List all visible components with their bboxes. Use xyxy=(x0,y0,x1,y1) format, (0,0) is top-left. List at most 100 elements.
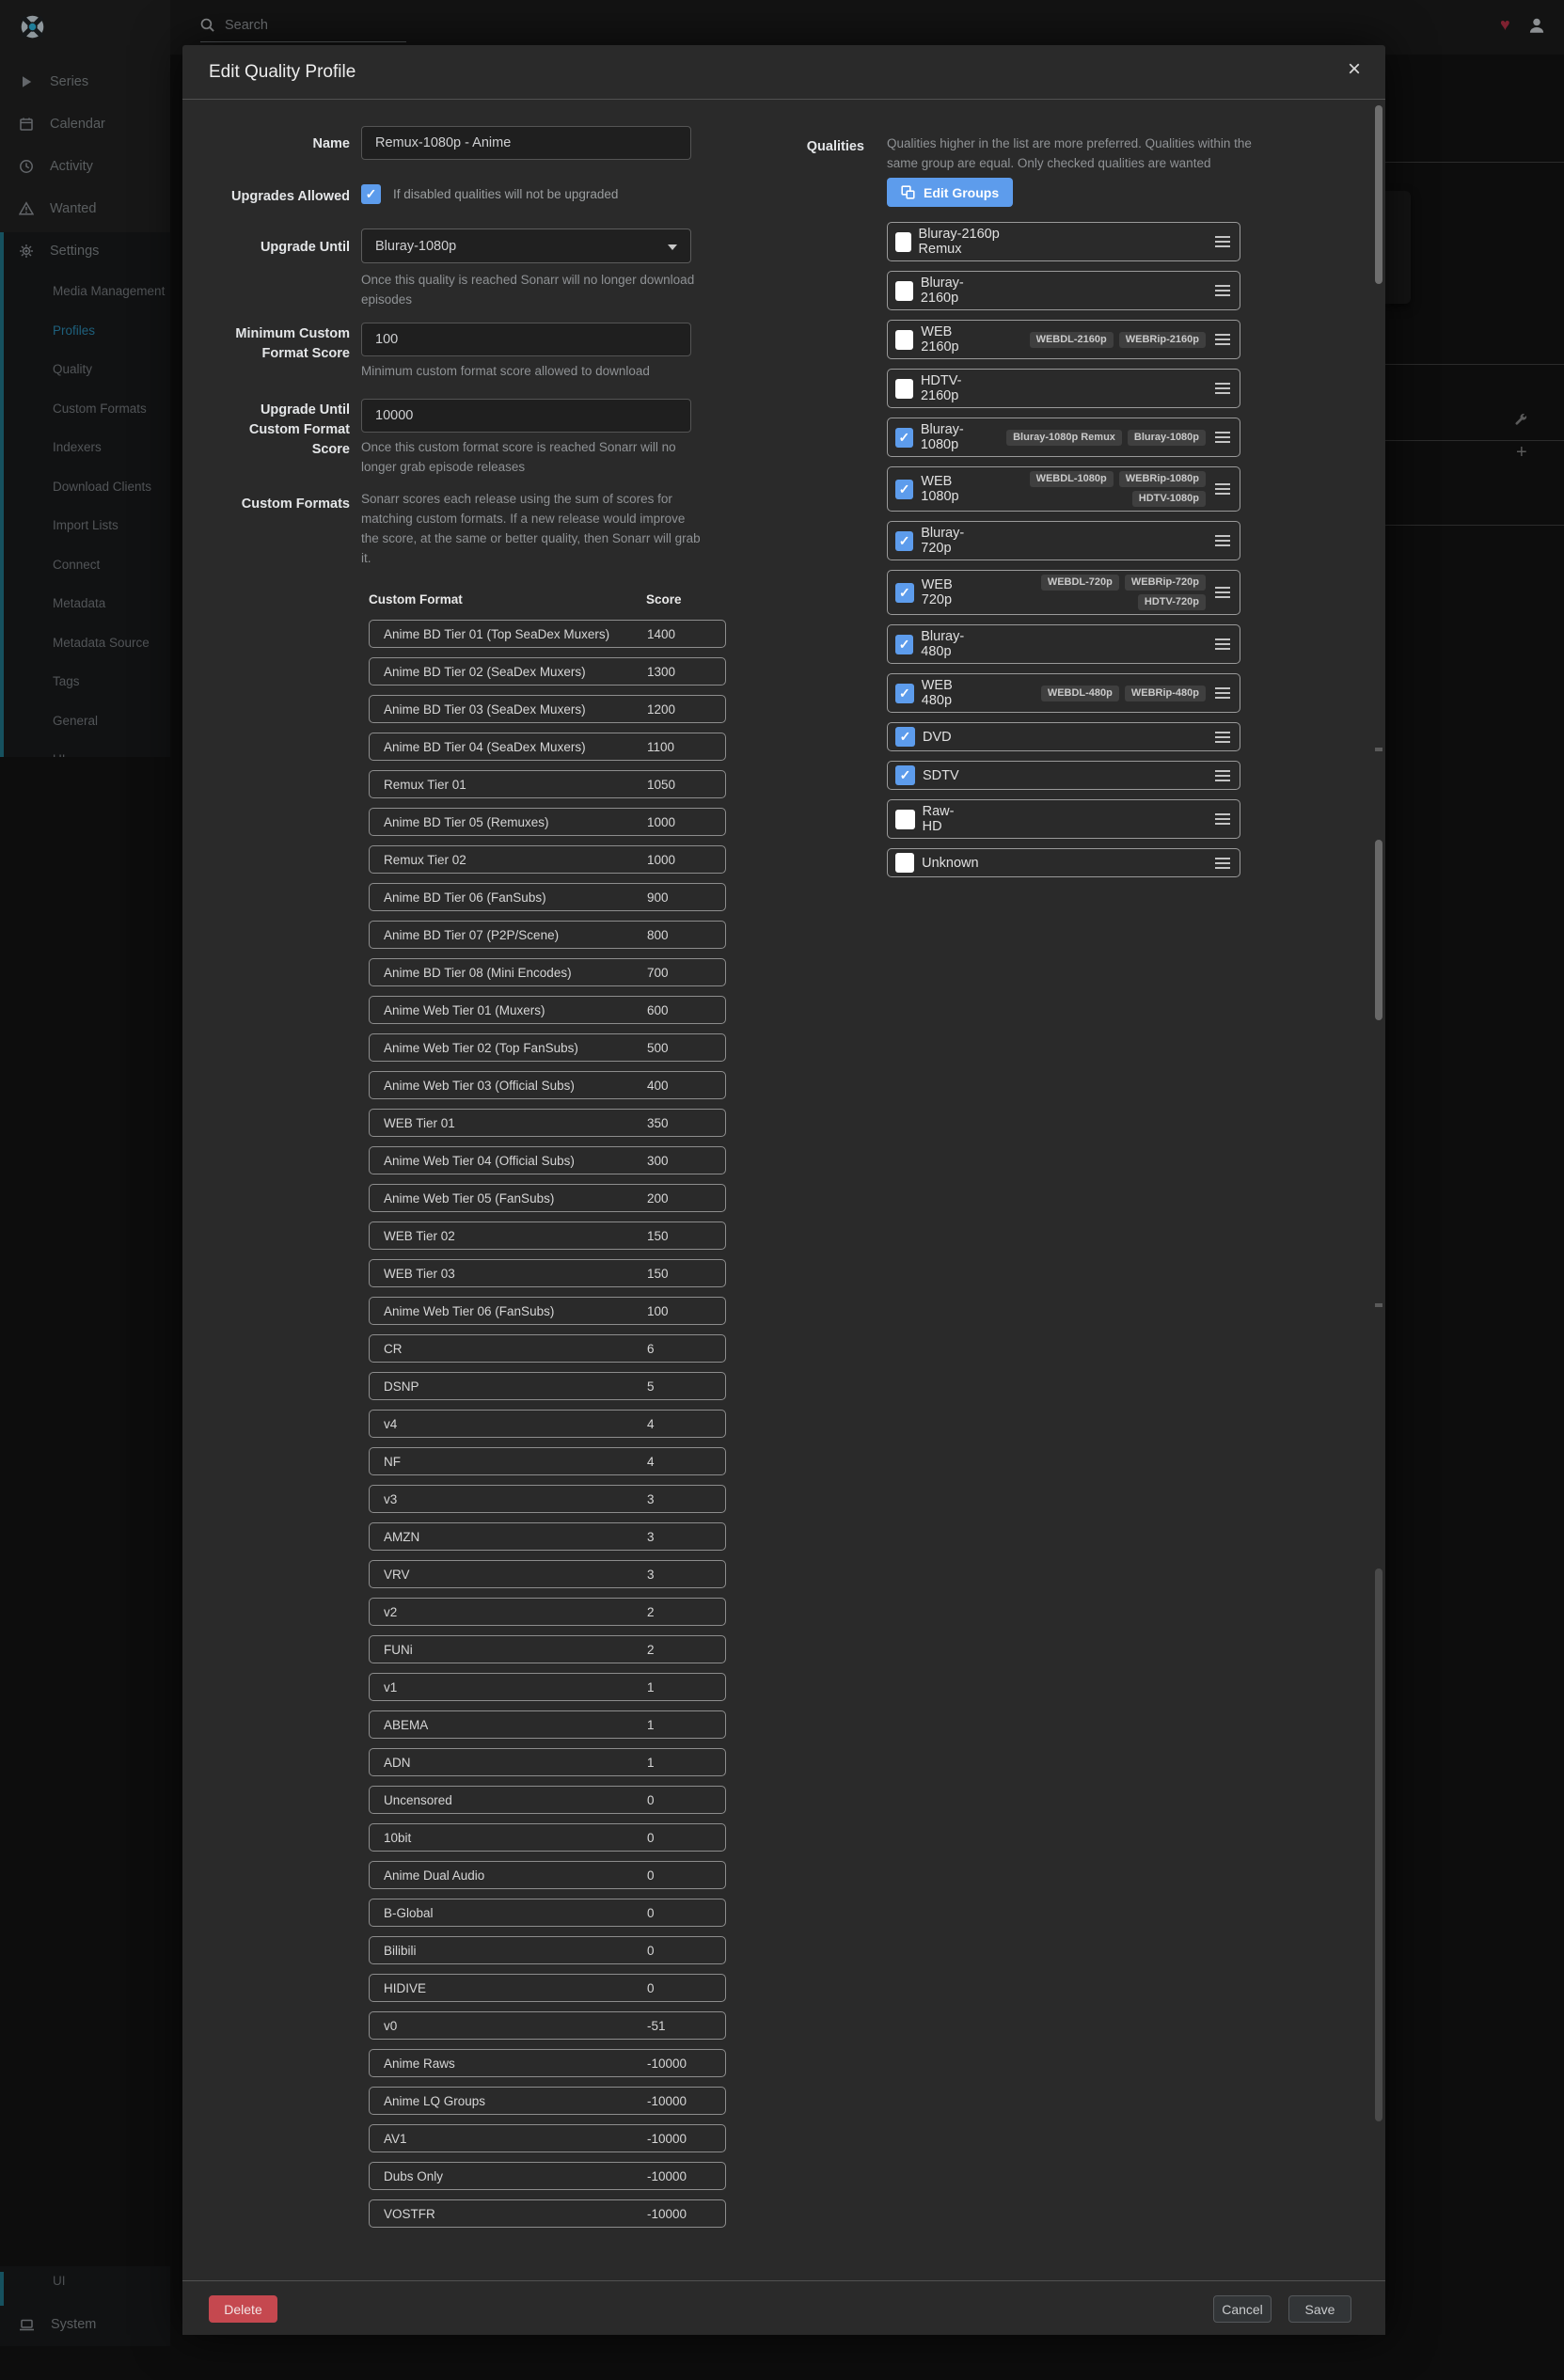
drag-handle-icon[interactable] xyxy=(1215,241,1230,243)
format-row[interactable]: v0 -51 xyxy=(369,2011,726,2040)
search-box[interactable]: Search xyxy=(199,17,268,33)
format-row[interactable]: 10bit 0 xyxy=(369,1823,726,1852)
sidebar-item-calendar[interactable]: Calendar xyxy=(0,102,170,145)
quality-checkbox[interactable] xyxy=(895,810,915,829)
name-input[interactable] xyxy=(361,126,691,160)
drag-handle-icon[interactable] xyxy=(1215,692,1230,694)
quality-checkbox[interactable] xyxy=(895,379,913,399)
scrollbar-thumb[interactable] xyxy=(1375,840,1382,1020)
quality-row-dvd[interactable]: ✓ DVD xyxy=(887,722,1240,751)
format-row[interactable]: v4 4 xyxy=(369,1410,726,1438)
format-row[interactable]: HIDIVE 0 xyxy=(369,1974,726,2002)
close-icon[interactable]: × xyxy=(1348,58,1361,81)
format-row[interactable]: WEB Tier 01 350 xyxy=(369,1109,726,1137)
upgrade-until-format-score-input[interactable] xyxy=(361,399,691,433)
format-row[interactable]: Anime BD Tier 02 (SeaDex Muxers) 1300 xyxy=(369,657,726,686)
format-row[interactable]: Anime Dual Audio 0 xyxy=(369,1861,726,1889)
quality-checkbox[interactable] xyxy=(895,330,913,350)
sidebar-item-wanted[interactable]: Wanted xyxy=(0,187,170,229)
format-row[interactable]: Anime Web Tier 01 (Muxers) 600 xyxy=(369,996,726,1024)
drag-handle-icon[interactable] xyxy=(1215,775,1230,777)
format-row[interactable]: v2 2 xyxy=(369,1598,726,1626)
format-row[interactable]: CR 6 xyxy=(369,1334,726,1363)
upgrade-until-select[interactable]: Bluray-1080p xyxy=(361,229,691,263)
sidebar-item-custom-formats[interactable]: Custom Formats xyxy=(0,389,170,429)
scrollbar-thumb[interactable] xyxy=(1375,105,1382,284)
drag-handle-icon[interactable] xyxy=(1215,488,1230,490)
user-icon[interactable] xyxy=(1527,16,1546,39)
format-row[interactable]: v3 3 xyxy=(369,1485,726,1513)
quality-checkbox[interactable]: ✓ xyxy=(895,428,913,448)
format-row[interactable]: Anime Web Tier 05 (FanSubs) 200 xyxy=(369,1184,726,1212)
format-row[interactable]: Anime BD Tier 06 (FanSubs) 900 xyxy=(369,883,726,911)
quality-row-web-720p[interactable]: ✓ WEB 720p WEBDL-720pWEBRip-720pHDTV-720… xyxy=(887,570,1240,615)
quality-checkbox[interactable]: ✓ xyxy=(895,727,915,747)
sidebar-item-ui[interactable]: UI xyxy=(0,740,170,757)
quality-checkbox[interactable] xyxy=(895,281,913,301)
format-row[interactable]: v1 1 xyxy=(369,1673,726,1701)
advanced-settings-wrench-icon[interactable] xyxy=(1514,414,1528,433)
format-row[interactable]: Anime LQ Groups -10000 xyxy=(369,2087,726,2115)
quality-checkbox[interactable]: ✓ xyxy=(895,480,913,499)
sidebar-item-indexers[interactable]: Indexers xyxy=(0,428,170,467)
format-row[interactable]: DSNP 5 xyxy=(369,1372,726,1400)
format-row[interactable]: VRV 3 xyxy=(369,1560,726,1588)
quality-row-raw-hd[interactable]: Raw-HD xyxy=(887,799,1240,839)
format-row[interactable]: AMZN 3 xyxy=(369,1522,726,1551)
quality-checkbox[interactable]: ✓ xyxy=(895,635,913,654)
sidebar-item-ui[interactable]: UI xyxy=(53,2274,66,2288)
quality-checkbox[interactable]: ✓ xyxy=(895,765,915,785)
format-row[interactable]: WEB Tier 03 150 xyxy=(369,1259,726,1287)
quality-checkbox[interactable] xyxy=(895,853,914,873)
sidebar-item-general[interactable]: General xyxy=(0,701,170,741)
sidebar-item-quality[interactable]: Quality xyxy=(0,350,170,389)
format-row[interactable]: ADN 1 xyxy=(369,1748,726,1776)
drag-handle-icon[interactable] xyxy=(1215,540,1230,542)
quality-row-bluray-2160p-remux[interactable]: Bluray-2160p Remux xyxy=(887,222,1240,261)
format-row[interactable]: Anime Web Tier 03 (Official Subs) 400 xyxy=(369,1071,726,1099)
format-row[interactable]: WEB Tier 02 150 xyxy=(369,1222,726,1250)
quality-row-bluray-2160p[interactable]: Bluray-2160p xyxy=(887,271,1240,310)
drag-handle-icon[interactable] xyxy=(1215,736,1230,738)
drag-handle-icon[interactable] xyxy=(1215,436,1230,438)
add-profile-plus-icon[interactable]: + xyxy=(1516,442,1527,464)
drag-handle-icon[interactable] xyxy=(1215,643,1230,645)
edit-groups-button[interactable]: Edit Groups xyxy=(887,178,1013,207)
sidebar-item-profiles[interactable]: Profiles xyxy=(0,311,170,351)
format-row[interactable]: Anime BD Tier 03 (SeaDex Muxers) 1200 xyxy=(369,695,726,723)
delete-button[interactable]: Delete xyxy=(209,2295,277,2323)
drag-handle-icon[interactable] xyxy=(1215,339,1230,340)
format-row[interactable]: Remux Tier 01 1050 xyxy=(369,770,726,798)
quality-row-web-2160p[interactable]: WEB 2160p WEBDL-2160pWEBRip-2160p xyxy=(887,320,1240,359)
format-row[interactable]: Remux Tier 02 1000 xyxy=(369,845,726,874)
drag-handle-icon[interactable] xyxy=(1215,387,1230,389)
sidebar-item-tags[interactable]: Tags xyxy=(0,662,170,701)
quality-row-web-1080p[interactable]: ✓ WEB 1080p WEBDL-1080pWEBRip-1080pHDTV-… xyxy=(887,466,1240,512)
sidebar-item-download-clients[interactable]: Download Clients xyxy=(0,467,170,507)
format-row[interactable]: Anime Raws -10000 xyxy=(369,2049,726,2077)
sidebar-item-import-lists[interactable]: Import Lists xyxy=(0,506,170,545)
quality-row-unknown[interactable]: Unknown xyxy=(887,848,1240,877)
format-row[interactable]: Anime BD Tier 04 (SeaDex Muxers) 1100 xyxy=(369,733,726,761)
format-row[interactable]: NF 4 xyxy=(369,1447,726,1475)
sidebar-item-system[interactable]: System xyxy=(0,2308,170,2341)
format-row[interactable]: Anime BD Tier 05 (Remuxes) 1000 xyxy=(369,808,726,836)
drag-handle-icon[interactable] xyxy=(1215,818,1230,820)
drag-handle-icon[interactable] xyxy=(1215,862,1230,864)
format-row[interactable]: Anime BD Tier 08 (Mini Encodes) 700 xyxy=(369,958,726,986)
format-row[interactable]: Dubs Only -10000 xyxy=(369,2162,726,2190)
format-row[interactable]: Uncensored 0 xyxy=(369,1786,726,1814)
sidebar-item-media-management[interactable]: Media Management xyxy=(0,272,170,311)
scrollbar-thumb[interactable] xyxy=(1375,1568,1382,2121)
quality-checkbox[interactable]: ✓ xyxy=(895,583,914,603)
quality-row-bluray-480p[interactable]: ✓ Bluray-480p xyxy=(887,624,1240,664)
format-row[interactable]: B-Global 0 xyxy=(369,1899,726,1927)
sidebar-item-metadata-source[interactable]: Metadata Source xyxy=(0,623,170,663)
format-row[interactable]: Anime Web Tier 04 (Official Subs) 300 xyxy=(369,1146,726,1174)
format-row[interactable]: Anime Web Tier 06 (FanSubs) 100 xyxy=(369,1297,726,1325)
min-format-score-input[interactable] xyxy=(361,323,691,356)
upgrades-allowed-checkbox[interactable]: ✓ xyxy=(361,184,381,204)
format-row[interactable]: FUNi 2 xyxy=(369,1635,726,1663)
save-button[interactable]: Save xyxy=(1288,2295,1351,2323)
search-input[interactable]: Search xyxy=(225,18,268,33)
